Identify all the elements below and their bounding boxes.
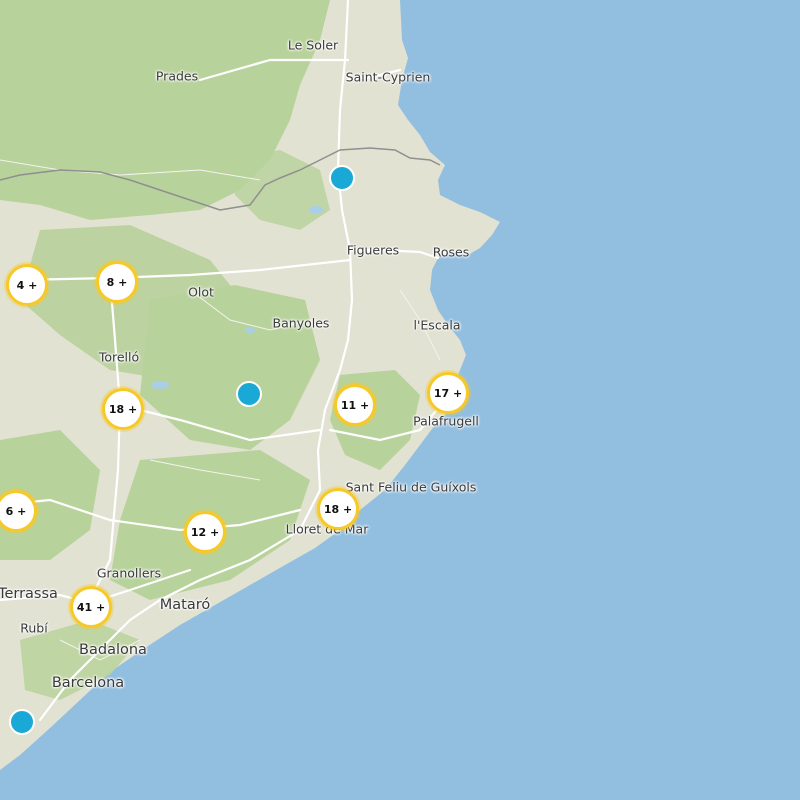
location-marker[interactable] bbox=[329, 165, 355, 191]
cluster-marker[interactable]: 18 + bbox=[317, 488, 359, 530]
location-marker[interactable] bbox=[236, 381, 262, 407]
cluster-marker[interactable]: 12 + bbox=[184, 511, 226, 553]
cluster-count: 18 + bbox=[108, 402, 138, 416]
cluster-count: 4 + bbox=[16, 278, 38, 292]
cluster-count: 11 + bbox=[340, 398, 370, 412]
cluster-count: 41 + bbox=[76, 600, 106, 614]
cluster-marker[interactable]: 17 + bbox=[427, 372, 469, 414]
cluster-marker[interactable]: 4 + bbox=[6, 264, 48, 306]
cluster-marker[interactable]: 18 + bbox=[102, 388, 144, 430]
cluster-marker[interactable]: 41 + bbox=[70, 586, 112, 628]
cluster-count: 8 + bbox=[106, 275, 128, 289]
cluster-marker[interactable]: 8 + bbox=[96, 261, 138, 303]
cluster-count: 12 + bbox=[190, 525, 220, 539]
location-marker[interactable] bbox=[9, 709, 35, 735]
cluster-count: 17 + bbox=[433, 386, 463, 400]
cluster-marker[interactable]: 11 + bbox=[334, 384, 376, 426]
cluster-count: 6 + bbox=[5, 504, 27, 518]
cluster-count: 18 + bbox=[323, 502, 353, 516]
map-viewport[interactable]: Le Soler Prades Saint-Cyprien Figueres Roses… bbox=[0, 0, 800, 800]
